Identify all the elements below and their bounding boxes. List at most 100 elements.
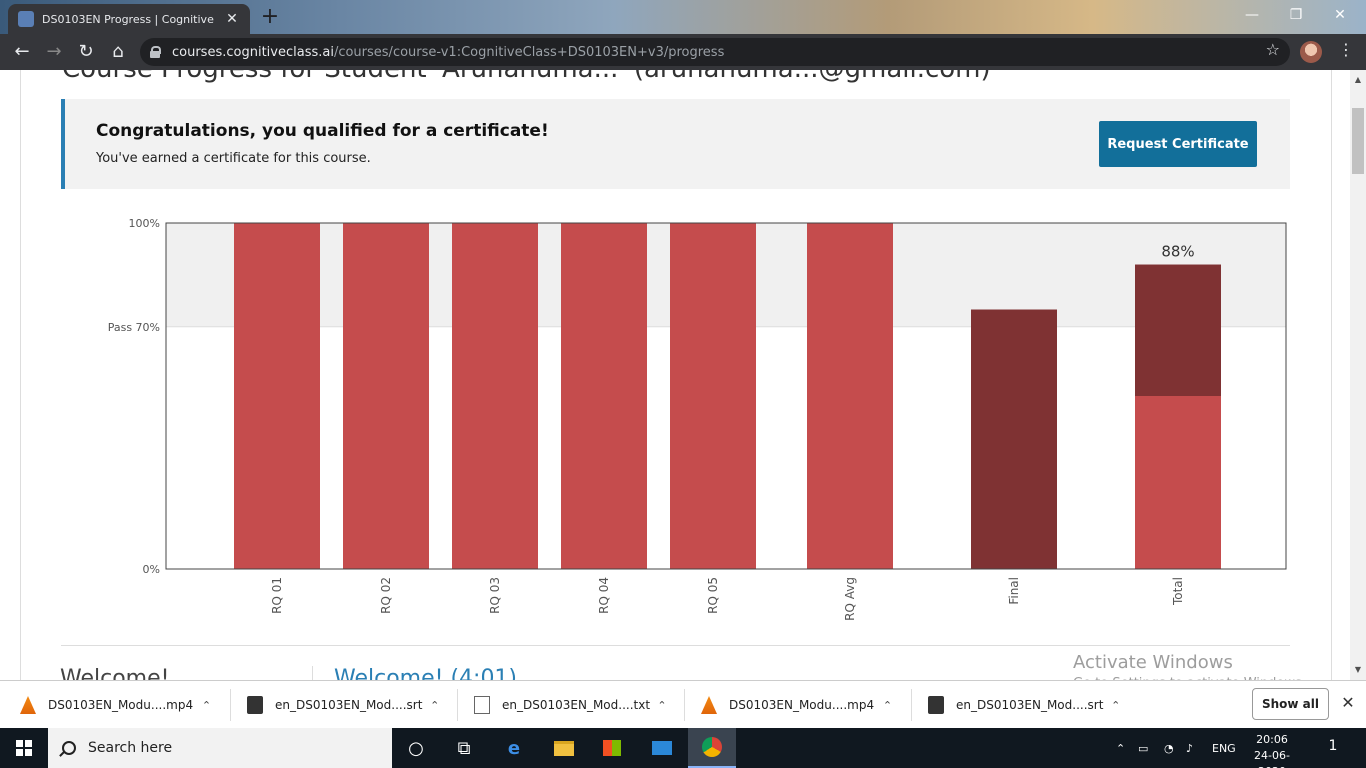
search-icon bbox=[62, 741, 76, 755]
bar bbox=[452, 223, 538, 569]
download-filename: DS0103EN_Modu....mp4 bbox=[729, 698, 875, 712]
banner-title: Congratulations, you qualified for a cer… bbox=[96, 121, 549, 141]
tab-title: DS0103EN Progress | Cognitive C bbox=[42, 12, 218, 26]
browser-tab[interactable]: DS0103EN Progress | Cognitive C ✕ bbox=[8, 4, 250, 34]
chevron-up-icon[interactable]: ⌃ bbox=[422, 699, 447, 712]
downloads-close-icon[interactable]: ✕ bbox=[1338, 693, 1358, 712]
activation-watermark-title: Activate Windows bbox=[1073, 652, 1233, 673]
task-view-icon[interactable]: ⧉ bbox=[440, 728, 488, 768]
minimize-button[interactable]: — bbox=[1232, 4, 1272, 26]
section-divider bbox=[61, 645, 1290, 646]
browser-toolbar: ← → ↻ ⌂ courses.cognitiveclass.ai /cours… bbox=[0, 34, 1366, 70]
x-tick-label: Final bbox=[1007, 577, 1021, 605]
download-filename: en_DS0103EN_Mod....srt bbox=[275, 698, 423, 712]
progress-chart: RQ 01 RQ 02 RQ 03 RQ 04 RQ 05 RQ Avg Final 88% T… bbox=[108, 217, 1287, 621]
total-value-label: 88% bbox=[1161, 243, 1194, 261]
browser-tabstrip: DS0103EN Progress | Cognitive C ✕ + — ❐ … bbox=[0, 0, 1366, 34]
browser-menu-icon[interactable]: ⋮ bbox=[1338, 40, 1354, 59]
wifi-icon[interactable]: ◔ bbox=[1164, 728, 1174, 768]
page-title: Course Progress for Student 'Arunanuma..… bbox=[62, 70, 991, 84]
text-file-icon bbox=[474, 696, 490, 714]
edge-icon[interactable]: e bbox=[490, 728, 538, 768]
unit-link[interactable]: Welcome! (4:01) bbox=[334, 666, 517, 680]
bar-total-segment bbox=[1135, 396, 1221, 569]
site-favicon-icon bbox=[18, 11, 34, 27]
download-item[interactable]: en_DS0103EN_Mod....srt ⌃ bbox=[908, 689, 1128, 721]
maximize-button[interactable]: ❐ bbox=[1276, 4, 1316, 26]
mail-icon[interactable] bbox=[638, 728, 686, 768]
volume-icon[interactable]: ♪ bbox=[1186, 728, 1193, 768]
bar bbox=[234, 223, 320, 569]
url-host: courses.cognitiveclass.ai bbox=[172, 44, 334, 60]
bar bbox=[807, 223, 893, 569]
battery-icon[interactable]: ▭ bbox=[1138, 728, 1148, 768]
y-tick-label: 100% bbox=[129, 217, 160, 230]
bookmark-star-icon[interactable]: ☆ bbox=[1266, 40, 1280, 59]
x-tick-label: RQ 03 bbox=[488, 577, 502, 614]
srt-icon bbox=[247, 696, 263, 714]
windows-logo-icon bbox=[16, 740, 32, 756]
taskbar: Search here ○ ⧉ e ⌃ ▭ ◔ ♪ ENG 20:06 24-0… bbox=[0, 728, 1366, 768]
file-explorer-icon[interactable] bbox=[540, 728, 588, 768]
lock-icon[interactable] bbox=[150, 46, 161, 58]
scroll-down-icon[interactable]: ▼ bbox=[1350, 662, 1366, 678]
download-item[interactable]: en_DS0103EN_Mod....srt ⌃ bbox=[227, 689, 447, 721]
banner-message: You've earned a certificate for this cou… bbox=[96, 151, 371, 166]
back-button[interactable]: ← bbox=[10, 40, 34, 64]
chevron-up-icon[interactable]: ⌃ bbox=[1103, 699, 1128, 712]
bar-total-segment bbox=[1135, 264, 1221, 396]
tray-chevron-icon[interactable]: ⌃ bbox=[1116, 728, 1125, 768]
y-tick-label: Pass 70% bbox=[108, 321, 160, 334]
bar bbox=[971, 309, 1057, 569]
tab-close-icon[interactable]: ✕ bbox=[224, 11, 240, 27]
notification-center-icon[interactable]: 1 bbox=[1322, 738, 1344, 758]
download-item[interactable]: en_DS0103EN_Mod....txt ⌃ bbox=[454, 689, 674, 721]
request-certificate-button[interactable]: Request Certificate bbox=[1099, 121, 1257, 167]
start-button[interactable] bbox=[0, 728, 48, 768]
bar bbox=[343, 223, 429, 569]
store-icon[interactable] bbox=[588, 728, 636, 768]
clock-date: 24-06-2020 bbox=[1254, 749, 1290, 768]
x-tick-label: RQ 02 bbox=[379, 577, 393, 614]
taskbar-clock[interactable]: 20:06 24-06-2020 bbox=[1242, 732, 1302, 768]
taskbar-search[interactable]: Search here bbox=[48, 728, 392, 768]
window-close-button[interactable]: ✕ bbox=[1320, 4, 1360, 26]
page-viewport: Course Progress for Student 'Arunanuma..… bbox=[0, 70, 1350, 680]
chevron-up-icon[interactable]: ⌃ bbox=[193, 699, 220, 712]
column-separator bbox=[312, 666, 313, 680]
download-filename: DS0103EN_Modu....mp4 bbox=[48, 698, 194, 712]
chevron-up-icon[interactable]: ⌃ bbox=[650, 699, 674, 712]
new-tab-button[interactable]: + bbox=[258, 5, 282, 29]
cortana-icon[interactable]: ○ bbox=[392, 728, 440, 768]
home-button[interactable]: ⌂ bbox=[106, 40, 130, 64]
chevron-up-icon[interactable]: ⌃ bbox=[874, 699, 901, 712]
bar bbox=[561, 223, 647, 569]
y-tick-label: 0% bbox=[143, 563, 160, 576]
srt-icon bbox=[928, 696, 944, 714]
x-tick-label: RQ Avg bbox=[843, 577, 857, 621]
vlc-icon bbox=[701, 696, 717, 714]
bar bbox=[670, 223, 756, 569]
x-tick-label: RQ 01 bbox=[270, 577, 284, 614]
forward-button[interactable]: → bbox=[42, 40, 66, 64]
vlc-icon bbox=[20, 696, 36, 714]
download-filename: en_DS0103EN_Mod....txt bbox=[502, 698, 651, 712]
x-tick-label: RQ 04 bbox=[597, 577, 611, 614]
scroll-up-icon[interactable]: ▲ bbox=[1350, 72, 1366, 88]
certificate-banner: Congratulations, you qualified for a cer… bbox=[61, 99, 1290, 189]
x-tick-label: Total bbox=[1171, 577, 1185, 606]
profile-avatar[interactable] bbox=[1300, 41, 1322, 63]
chrome-icon[interactable] bbox=[688, 728, 736, 768]
x-tick-label: RQ 05 bbox=[706, 577, 720, 614]
download-item[interactable]: DS0103EN_Modu....mp4 ⌃ bbox=[681, 689, 901, 721]
section-heading: Welcome! bbox=[60, 666, 170, 680]
clock-time: 20:06 bbox=[1256, 733, 1288, 746]
taskbar-search-placeholder: Search here bbox=[88, 740, 173, 756]
reload-button[interactable]: ↻ bbox=[74, 40, 98, 64]
address-bar[interactable]: courses.cognitiveclass.ai /courses/cours… bbox=[140, 38, 1290, 66]
download-item[interactable]: DS0103EN_Modu....mp4 ⌃ bbox=[0, 689, 220, 721]
show-all-button[interactable]: Show all bbox=[1252, 688, 1329, 720]
language-indicator[interactable]: ENG bbox=[1212, 728, 1236, 768]
scrollbar-thumb[interactable] bbox=[1352, 108, 1364, 174]
url-path: /courses/course-v1:CognitiveClass+DS0103… bbox=[333, 44, 725, 60]
